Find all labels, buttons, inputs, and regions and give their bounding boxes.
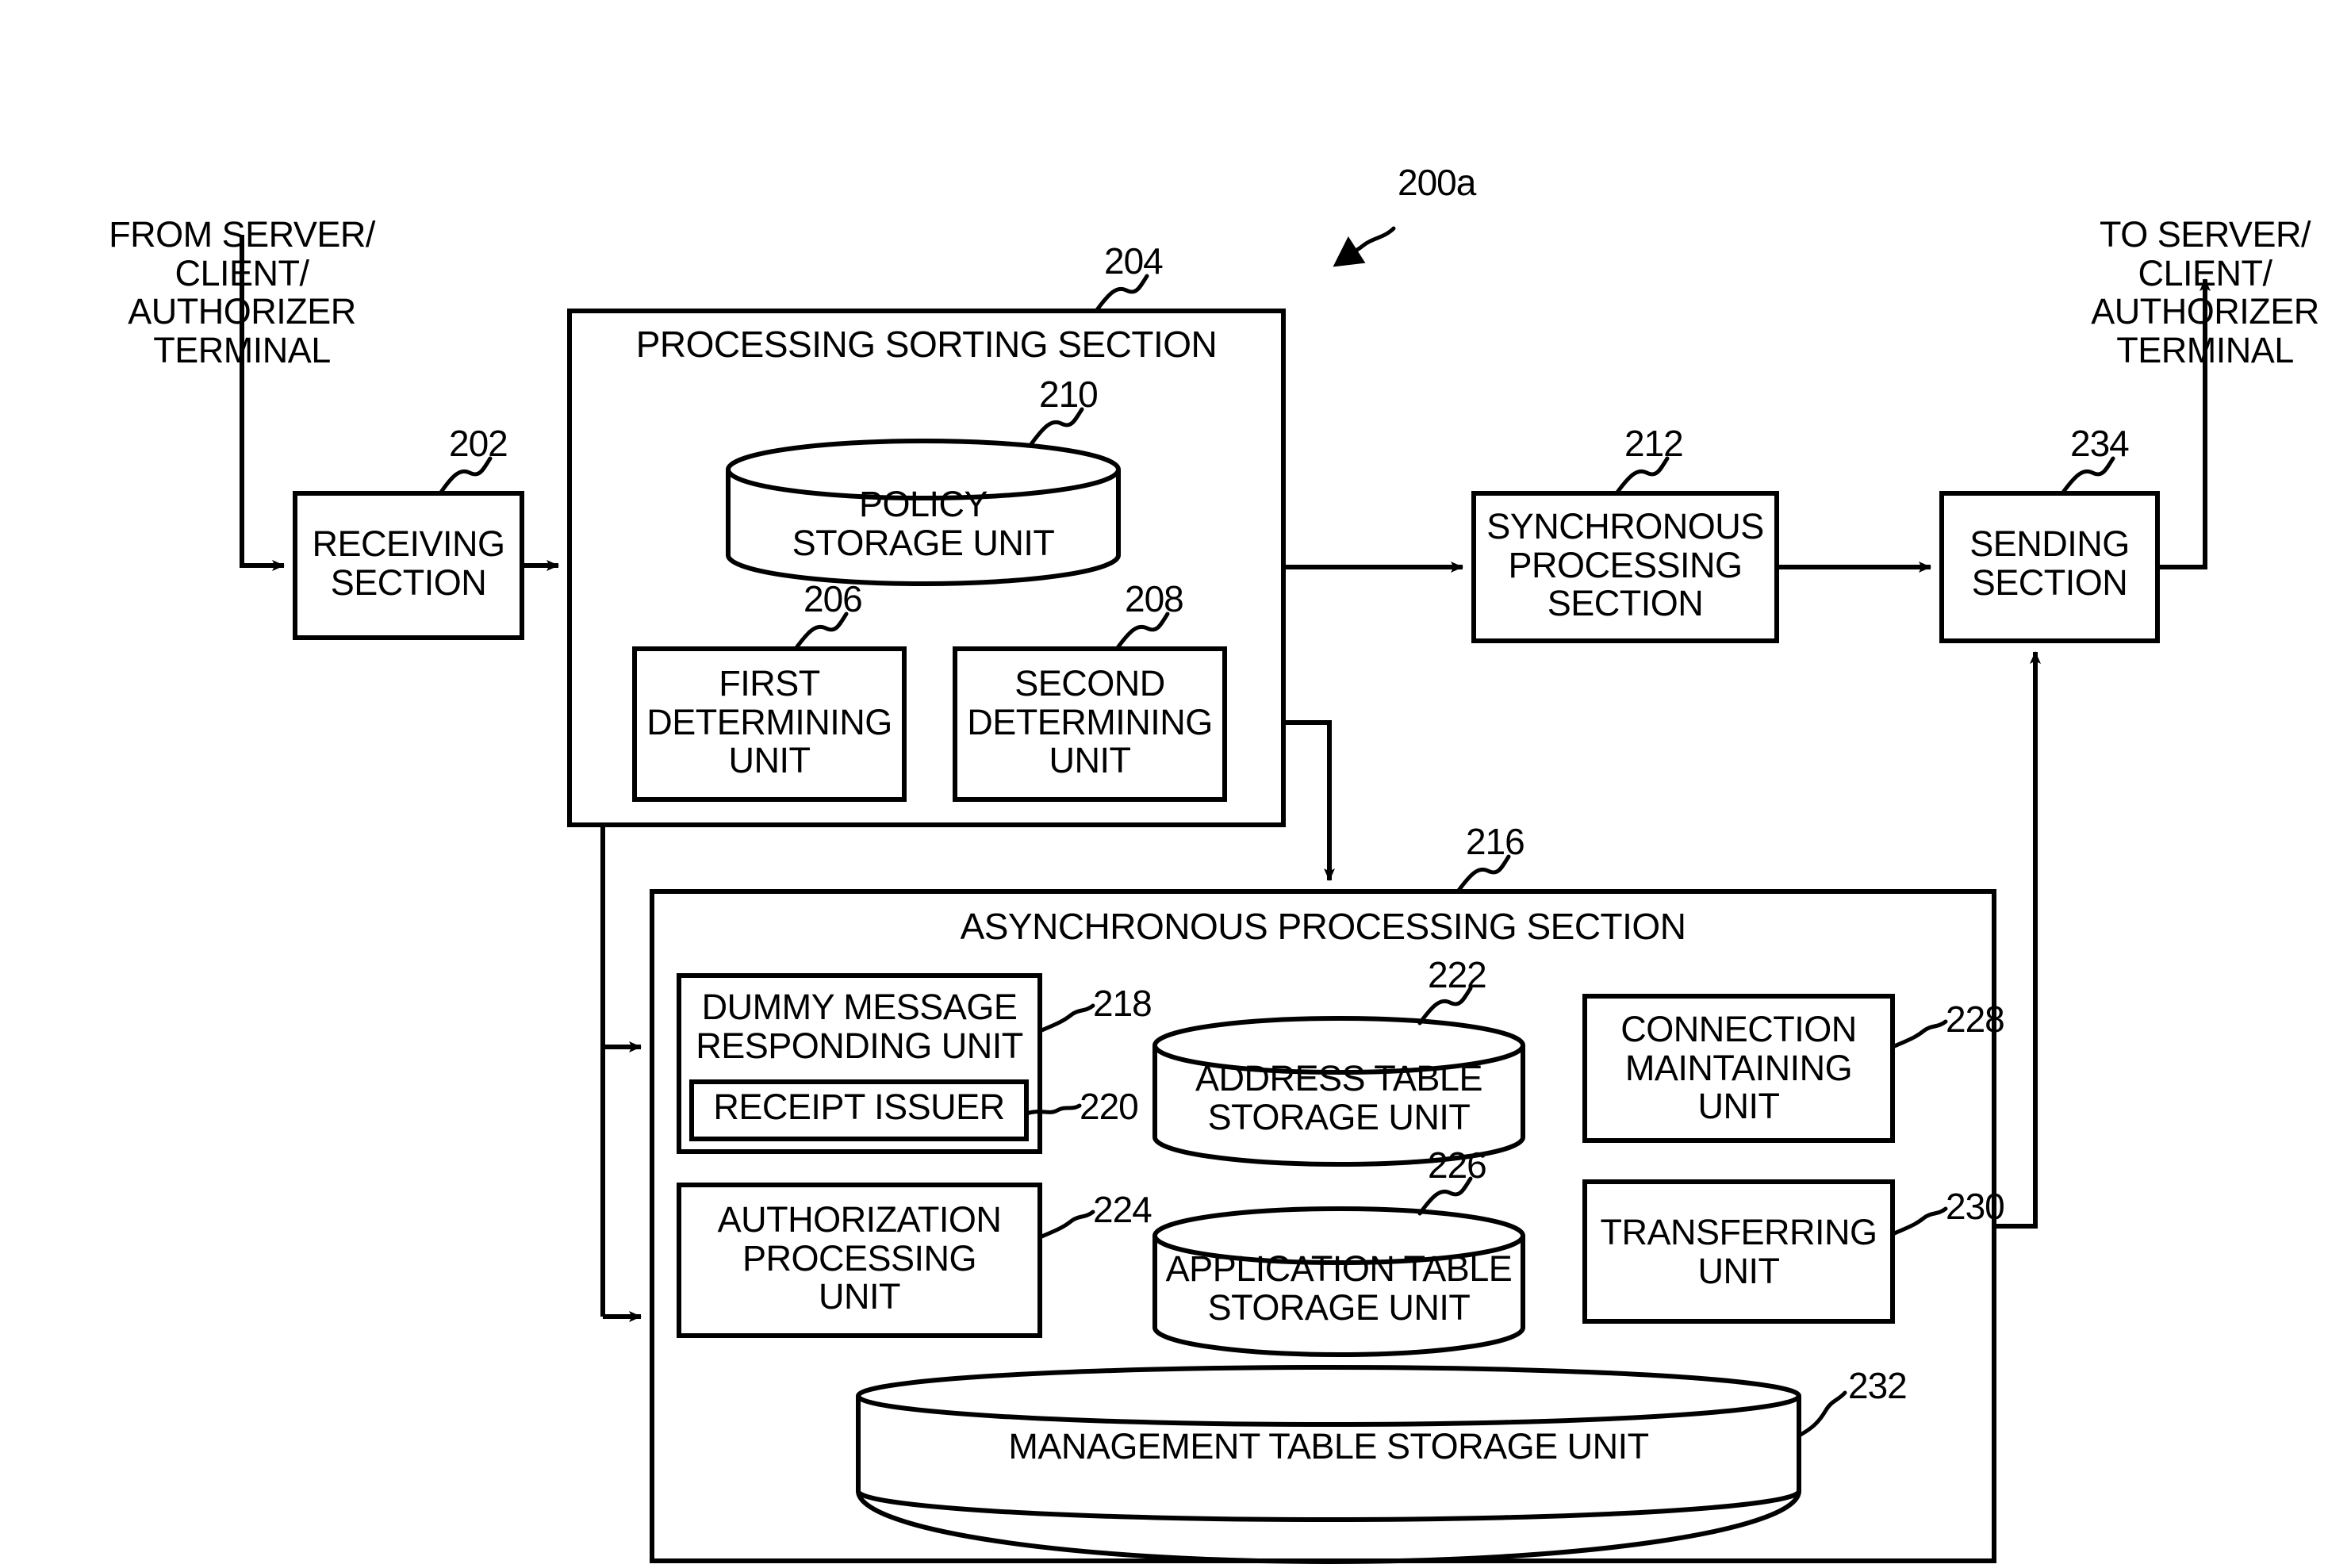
management-table-storage-unit-label: MANAGEMENT TABLE STORAGE UNIT — [1008, 1426, 1649, 1466]
leader-228 — [1890, 1019, 1948, 1049]
ref-224: 224 — [1093, 1189, 1152, 1230]
application-table-storage-unit-label: APPLICATION TABLE STORAGE UNIT — [1165, 1248, 1513, 1328]
leader-224 — [1037, 1210, 1095, 1240]
first-determining-unit-label: FIRST DETERMINING UNIT — [646, 663, 892, 781]
ref-234: 234 — [2070, 423, 2130, 464]
ref-220: 220 — [1080, 1086, 1139, 1127]
ref-230: 230 — [1946, 1186, 2005, 1227]
ref-226: 226 — [1428, 1144, 1487, 1186]
leader-218 — [1037, 1003, 1095, 1033]
receipt-issuer-label: RECEIPT ISSUER — [713, 1087, 1005, 1127]
ref-216: 216 — [1466, 821, 1525, 862]
connection-maintaining-unit-label: CONNECTION MAINTAINING UNIT — [1620, 1009, 1857, 1127]
sorting-to-async — [1283, 720, 1335, 881]
leader-232 — [1797, 1390, 1847, 1438]
ref-206: 206 — [803, 578, 863, 619]
dummy-message-responding-unit-label: DUMMY MESSAGE RESPONDING UNIT — [696, 987, 1023, 1066]
input-source-label: FROM SERVER/ CLIENT/ AUTHORIZER TERMINAL — [109, 214, 375, 370]
ref-210: 210 — [1039, 374, 1099, 415]
second-determining-unit-label: SECOND DETERMINING UNIT — [967, 663, 1213, 781]
address-table-storage-unit-label: ADDRESS TABLE STORAGE UNIT — [1195, 1058, 1482, 1137]
processing-sorting-section-title: PROCESSING SORTING SECTION — [635, 324, 1218, 365]
ref-218: 218 — [1093, 983, 1152, 1024]
leader-220 — [1024, 1103, 1082, 1116]
receiving-section-label: RECEIVING SECTION — [312, 523, 505, 603]
ref-222: 222 — [1428, 954, 1487, 995]
async-to-sending — [1994, 651, 2041, 1229]
authorization-processing-unit-label: AUTHORIZATION PROCESSING UNIT — [717, 1199, 1002, 1317]
asynchronous-processing-section-title: ASYNCHRONOUS PROCESSING SECTION — [960, 906, 1686, 947]
patent-figure-canvas: FROM SERVER/ CLIENT/ AUTHORIZER TERMINAL… — [0, 0, 2328, 1568]
ref-200a: 200a — [1398, 162, 1476, 203]
ref-204: 204 — [1104, 240, 1164, 282]
synchronous-processing-section-label: SYNCHRONOUS PROCESSING SECTION — [1486, 506, 1764, 624]
leader-230 — [1890, 1206, 1948, 1236]
ref-228: 228 — [1946, 999, 2005, 1040]
ref-232: 232 — [1848, 1365, 1908, 1406]
leader-200a-arrowhead — [1333, 236, 1366, 267]
transferring-unit-label: TRANSFERRING UNIT — [1600, 1212, 1877, 1291]
sending-section-label: SENDING SECTION — [1969, 523, 2130, 603]
policy-storage-unit-label: POLICY STORAGE UNIT — [792, 484, 1055, 563]
ref-202: 202 — [449, 423, 508, 464]
ref-208: 208 — [1125, 578, 1184, 619]
ref-212: 212 — [1624, 423, 1684, 464]
output-destination-label: TO SERVER/ CLIENT/ AUTHORIZER TERMINAL — [2091, 214, 2319, 370]
